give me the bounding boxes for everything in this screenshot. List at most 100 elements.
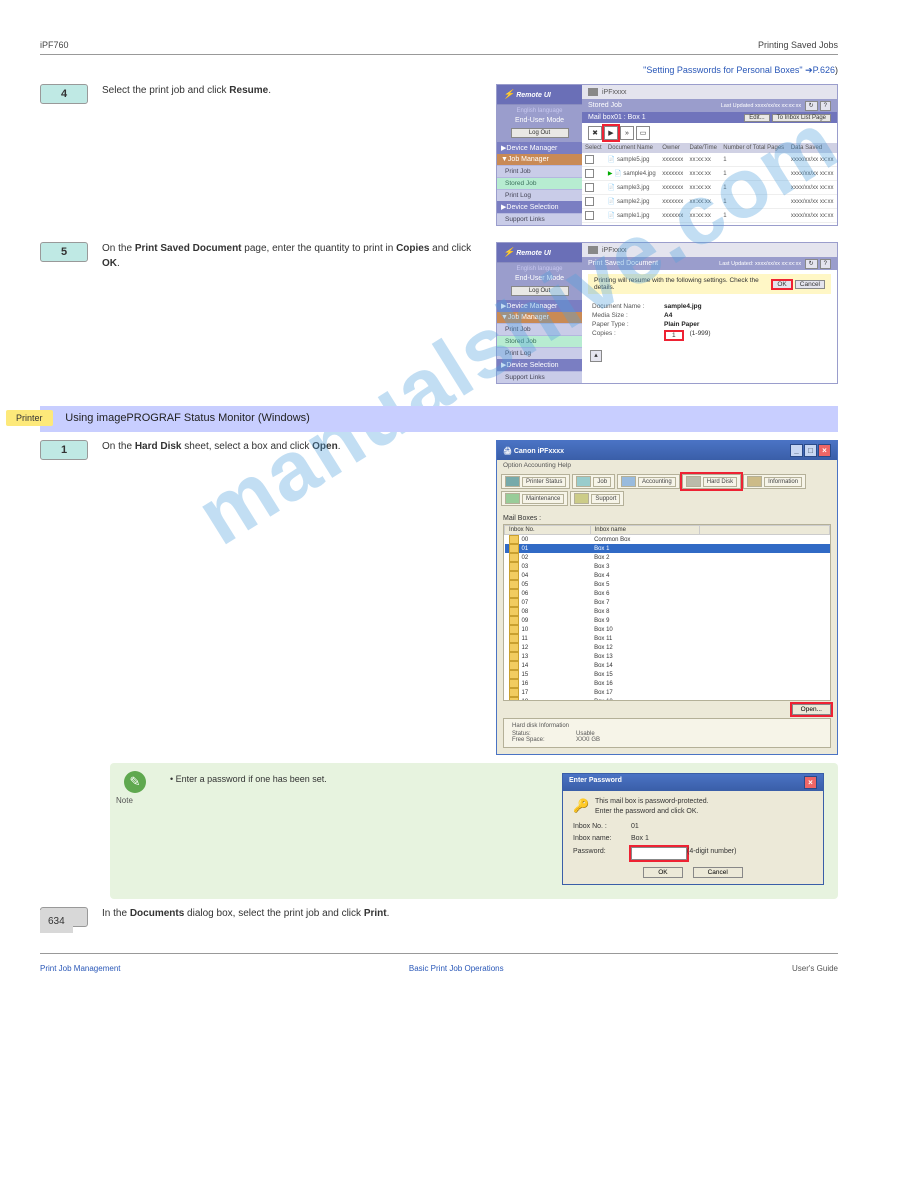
remoteui-logo: ⚡Remote UI: [497, 243, 582, 263]
row-checkbox[interactable]: [585, 183, 594, 192]
step4-badge: 4: [40, 84, 88, 104]
list-item[interactable]: 08Box 8: [505, 607, 830, 616]
nav-device-selection[interactable]: ▶Device Selection: [497, 201, 582, 213]
step5-badge: 5: [40, 242, 88, 262]
hd-info-title: Hard disk Information: [512, 723, 822, 729]
tab-job[interactable]: Job: [572, 474, 615, 489]
header-link[interactable]: "Setting Passwords for Personal Boxes" ➔…: [643, 65, 835, 75]
copies-input[interactable]: 1: [664, 330, 684, 341]
tab-printer-status[interactable]: Printer Status: [501, 474, 570, 489]
step1-text: On the Hard Disk sheet, select a box and…: [102, 440, 478, 455]
refresh-button[interactable]: ↻: [805, 259, 818, 269]
header-right: Printing Saved Jobs: [758, 40, 838, 50]
tab-maintenance[interactable]: Maintenance: [501, 491, 568, 506]
resume-icon[interactable]: ▶: [604, 126, 618, 140]
nav-stored-job[interactable]: Stored Job: [497, 177, 582, 189]
row-checkbox[interactable]: [585, 155, 594, 164]
step4-text: Select the print job and click Resume.: [102, 84, 478, 99]
footer-left[interactable]: Print Job Management: [40, 964, 121, 973]
list-item[interactable]: 14Box 14: [505, 661, 830, 670]
logout-button[interactable]: Log Out: [511, 286, 569, 296]
section-title: Using imagePROGRAF Status Monitor (Windo…: [65, 412, 310, 424]
open-button[interactable]: Open...: [792, 704, 831, 715]
close-icon[interactable]: ×: [818, 444, 831, 457]
list-item[interactable]: 03Box 3: [505, 562, 830, 571]
mailbox-title: Mail box01 : Box 1: [588, 114, 646, 121]
password-input[interactable]: [631, 847, 687, 860]
tab-accounting[interactable]: Accounting: [617, 474, 680, 489]
table-row[interactable]: 📄 sample1.jpgxxxxxxxxx:xx:xx1xxxx/xx/xx …: [582, 209, 837, 223]
list-item[interactable]: 09Box 9: [505, 616, 830, 625]
to-list-button[interactable]: To Inbox List Page: [772, 114, 831, 122]
note-text: Enter a password if one has been set.: [176, 774, 327, 784]
psd-title: Print Saved Document: [588, 260, 658, 267]
footer-right: User's Guide: [792, 964, 838, 973]
minimize-icon[interactable]: _: [790, 444, 803, 457]
list-item[interactable]: 10Box 10: [505, 625, 830, 634]
note-block: Note • Enter a password if one has been …: [110, 763, 838, 899]
list-item[interactable]: 13Box 13: [505, 652, 830, 661]
note-icon: [124, 771, 146, 793]
ok-button[interactable]: OK: [643, 867, 682, 878]
list-item[interactable]: 00Common Box: [505, 535, 830, 545]
logout-button[interactable]: Log Out: [511, 128, 569, 138]
edit-button[interactable]: Edit...: [744, 114, 769, 122]
header-link-suffix: ): [835, 65, 838, 75]
sm-menu[interactable]: Option Accounting Help: [497, 460, 837, 471]
row-checkbox[interactable]: [585, 169, 594, 178]
cancel-button[interactable]: Cancel: [795, 280, 825, 289]
table-row[interactable]: 📄 sample2.jpgxxxxxxxxx:xx:xx1xxxx/xx/xx …: [582, 195, 837, 209]
top-rule: [40, 54, 838, 55]
delete-icon[interactable]: ✖: [588, 126, 602, 140]
list-item[interactable]: 16Box 16: [505, 679, 830, 688]
nav-support-links[interactable]: Support Links: [497, 213, 582, 225]
row-checkbox[interactable]: [585, 211, 594, 220]
tab-information[interactable]: Information: [743, 474, 806, 489]
list-item[interactable]: 11Box 11: [505, 634, 830, 643]
row-checkbox[interactable]: [585, 197, 594, 206]
step5-text: On the Print Saved Document page, enter …: [102, 242, 478, 271]
nav-device-manager[interactable]: ▶Device Manager: [497, 142, 582, 154]
key-icon: 🔑: [573, 797, 589, 813]
table-row[interactable]: ▶ 📄 sample4.jpgxxxxxxxxx:xx:xx1xxxx/xx/x…: [582, 167, 837, 181]
other-icon[interactable]: ▭: [636, 126, 650, 140]
cancel-button[interactable]: Cancel: [693, 867, 743, 878]
list-item[interactable]: 07Box 7: [505, 598, 830, 607]
nav-print-job[interactable]: Print Job: [497, 165, 582, 177]
help-button[interactable]: ?: [820, 259, 831, 269]
nav-print-log[interactable]: Print Log: [497, 189, 582, 201]
remoteui-stored-job: ⚡Remote UI English language End-User Mod…: [496, 84, 838, 226]
list-item[interactable]: 05Box 5: [505, 580, 830, 589]
table-row[interactable]: 📄 sample3.jpgxxxxxxxxx:xx:xx1xxxx/xx/xx …: [582, 181, 837, 195]
footer-mid[interactable]: Basic Print Job Operations: [409, 964, 504, 973]
tab-support[interactable]: Support: [570, 491, 624, 506]
storedjob-title: Stored Job: [588, 102, 622, 109]
status-monitor-window: 🖨 Canon iPFxxxx _□× Option Accounting He…: [496, 440, 838, 755]
scroll-up-icon[interactable]: ▴: [590, 350, 602, 362]
mode-label: End-User Mode: [497, 117, 582, 124]
list-item[interactable]: 12Box 12: [505, 643, 830, 652]
list-item[interactable]: 06Box 6: [505, 589, 830, 598]
list-item[interactable]: 02Box 2: [505, 553, 830, 562]
help-button[interactable]: ?: [820, 101, 831, 111]
printer-icon: [588, 88, 598, 96]
list-item[interactable]: 01Box 1: [505, 544, 830, 553]
header-left: iPF760: [40, 40, 69, 50]
tab-hard-disk[interactable]: Hard Disk: [682, 474, 741, 489]
remoteui-print-saved: ⚡Remote UI English language End-User Mod…: [496, 242, 838, 384]
table-row[interactable]: 📄 sample5.jpgxxxxxxxxx:xx:xx1xxxx/xx/xx …: [582, 153, 837, 167]
page-number: 634: [40, 910, 73, 933]
maximize-icon[interactable]: □: [804, 444, 817, 457]
refresh-button[interactable]: ↻: [805, 101, 818, 111]
last-updated: Last Updated xxxx/xx/xx xx:xx:xx ↻?: [721, 102, 831, 109]
prev-icon[interactable]: »: [620, 126, 634, 140]
nav-job-manager[interactable]: ▼Job Manager: [497, 154, 582, 165]
step1-badge: 1: [40, 440, 88, 460]
close-icon[interactable]: ×: [804, 776, 817, 789]
ok-button[interactable]: OK: [771, 279, 792, 290]
list-item[interactable]: 15Box 15: [505, 670, 830, 679]
list-item[interactable]: 04Box 4: [505, 571, 830, 580]
list-item[interactable]: 17Box 17: [505, 688, 830, 697]
password-dialog: Enter Password× 🔑This mail box is passwo…: [562, 773, 824, 885]
confirm-msg: Printing will resume with the following …: [594, 277, 771, 291]
